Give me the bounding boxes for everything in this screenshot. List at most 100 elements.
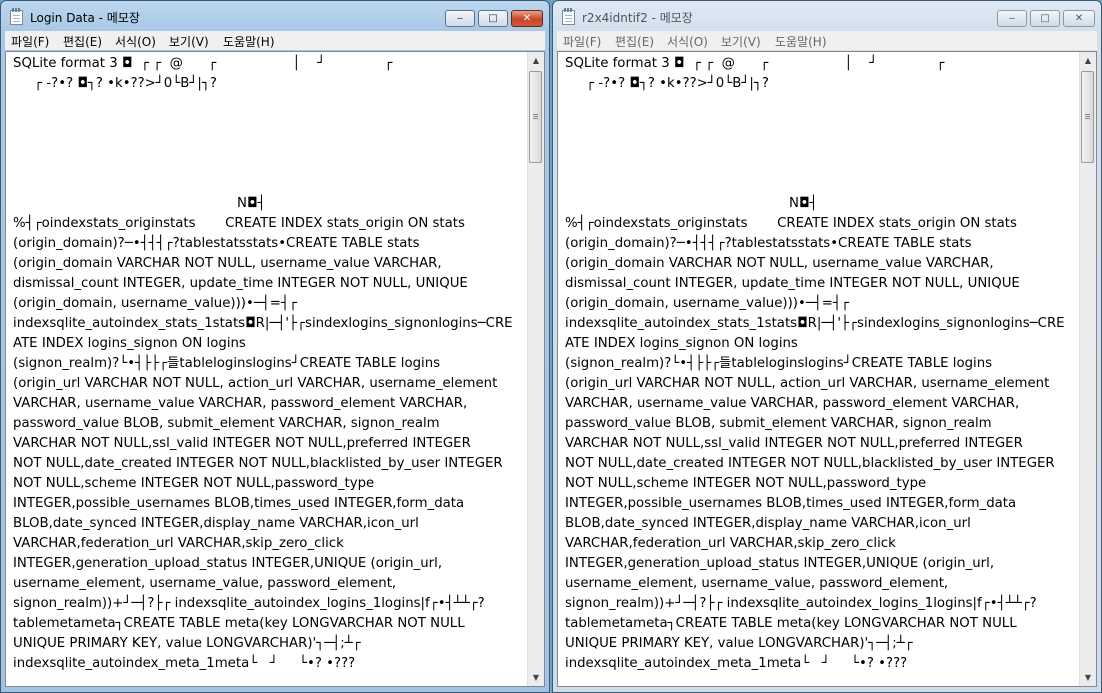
text-line: (origin_url VARCHAR NOT NULL, action_url…: [565, 376, 1050, 391]
close-button[interactable]: ✕: [511, 10, 543, 27]
menu-edit[interactable]: 편집(E): [615, 33, 654, 50]
title-bar[interactable]: r2x4idntif2 - 메모장 ‒ □ ✕: [553, 1, 1101, 31]
text-lines: SQLite format 3 ◘ ┌ ┌ @ ┌ │ ┘ ┌ ┌ -?•? ◘…: [565, 54, 1077, 674]
text-line: (origin_domain)?─•┤┤┤┌?tablestatsstats•C…: [13, 236, 420, 251]
text-line: (origin_domain VARCHAR NOT NULL, usernam…: [565, 256, 994, 271]
thumb-grip: [533, 114, 538, 120]
menu-help[interactable]: 도움말(H): [775, 33, 827, 50]
text-line: SQLite format 3 ◘ ┌ ┌ @ ┌ │ ┘ ┌: [13, 56, 393, 71]
vertical-scrollbar[interactable]: ▲ ▼: [1079, 52, 1096, 686]
title-bar[interactable]: Login Data - 메모장 ‒ □ ✕: [1, 1, 549, 31]
menu-format[interactable]: 서식(O): [667, 33, 708, 50]
text-line: dismissal_count INTEGER, update_time INT…: [13, 276, 468, 291]
window-title: Login Data - 메모장: [30, 11, 140, 25]
text-line: [13, 114, 525, 134]
window-title: r2x4idntif2 - 메모장: [582, 11, 693, 25]
text-line: UNIQUE PRIMARY KEY, value LONGVARCHAR)'┐…: [13, 636, 361, 651]
text-line: (origin_url VARCHAR NOT NULL, action_url…: [13, 376, 498, 391]
text-line: username_element, username_value, passwo…: [565, 576, 949, 591]
text-line: N◘┤: [565, 196, 818, 211]
text-line: %┤┌oindexstats_originstats CREATE INDEX …: [565, 216, 1017, 231]
text-line: username_element, username_value, passwo…: [13, 576, 397, 591]
text-line: BLOB,date_synced INTEGER,display_name VA…: [13, 516, 419, 531]
text-line: UNIQUE PRIMARY KEY, value LONGVARCHAR)'┐…: [565, 636, 913, 651]
notepad-icon[interactable]: [10, 8, 23, 25]
text-line: (signon_realm)?└•┤├├┌들tableloginslogins┘…: [13, 356, 441, 371]
menu-bar: 파일(F) 편집(E) 서식(O) 보기(V) 도움말(H): [5, 31, 545, 50]
text-line: NOT NULL,date_created INTEGER NOT NULL,b…: [565, 456, 1055, 471]
text-line: NOT NULL,scheme INTEGER NOT NULL,passwor…: [565, 476, 927, 491]
text-line: [565, 134, 1077, 154]
scroll-thumb[interactable]: [529, 71, 542, 163]
text-line: (origin_domain)?─•┤┤┤┌?tablestatsstats•C…: [565, 236, 972, 251]
text-line: [13, 134, 525, 154]
text-line: [565, 94, 1077, 114]
text-line: (origin_domain, username_value)))•─┤=┤┌: [565, 296, 849, 311]
text-line: INTEGER,possible_usernames BLOB,times_us…: [13, 496, 465, 511]
text-line: INTEGER,possible_usernames BLOB,times_us…: [565, 496, 1017, 511]
minimize-button[interactable]: ‒: [997, 10, 1027, 27]
text-line: (signon_realm)?└•┤├├┌들tableloginslogins┘…: [565, 356, 993, 371]
menu-file[interactable]: 파일(F): [11, 33, 49, 50]
text-line: [565, 174, 1077, 194]
text-line: ATE INDEX logins_signon ON logins: [565, 336, 798, 351]
text-lines: SQLite format 3 ◘ ┌ ┌ @ ┌ │ ┘ ┌ ┌ -?•? ◘…: [13, 54, 525, 674]
text-line: [13, 154, 525, 174]
text-line: INTEGER,generation_upload_status INTEGER…: [565, 556, 995, 571]
text-line: indexsqlite_autoindex_stats_1stats◘R|─┤'…: [565, 316, 1065, 331]
text-line: signon_realm))+┘─┤?├┌ indexsqlite_autoin…: [565, 596, 1037, 611]
notepad-icon[interactable]: [562, 8, 575, 25]
notepad-window-login-data[interactable]: Login Data - 메모장 ‒ □ ✕ 파일(F) 편집(E) 서식(O)…: [0, 0, 550, 693]
scroll-thumb[interactable]: [1081, 71, 1094, 163]
minimize-button[interactable]: ‒: [445, 10, 475, 27]
menu-view[interactable]: 보기(V): [169, 33, 209, 50]
menu-help[interactable]: 도움말(H): [223, 33, 275, 50]
text-line: indexsqlite_autoindex_stats_1stats◘R|─┤'…: [13, 316, 513, 331]
text-line: %┤┌oindexstats_originstats CREATE INDEX …: [13, 216, 465, 231]
text-line: VARCHAR, username_value VARCHAR, passwor…: [565, 396, 1020, 411]
text-line: VARCHAR NOT NULL,ssl_valid INTEGER NOT N…: [565, 436, 1023, 451]
text-line: indexsqlite_autoindex_meta_1meta└ ┘ └•? …: [565, 656, 908, 671]
text-line: VARCHAR,federation_url VARCHAR,skip_zero…: [565, 536, 896, 551]
maximize-button[interactable]: □: [1030, 10, 1060, 27]
text-line: VARCHAR NOT NULL,ssl_valid INTEGER NOT N…: [13, 436, 471, 451]
close-button[interactable]: ✕: [1063, 10, 1095, 27]
text-line: VARCHAR,federation_url VARCHAR,skip_zero…: [13, 536, 344, 551]
text-area[interactable]: SQLite format 3 ◘ ┌ ┌ @ ┌ │ ┘ ┌ ┌ -?•? ◘…: [558, 52, 1077, 686]
text-line: password_value BLOB, submit_element VARC…: [565, 416, 992, 431]
maximize-button[interactable]: □: [478, 10, 508, 27]
text-line: tablemetameta┐CREATE TABLE meta(key LONG…: [565, 616, 1017, 631]
text-line: tablemetameta┐CREATE TABLE meta(key LONG…: [13, 616, 465, 631]
text-editor[interactable]: SQLite format 3 ◘ ┌ ┌ @ ┌ │ ┘ ┌ ┌ -?•? ◘…: [5, 51, 545, 687]
text-editor[interactable]: SQLite format 3 ◘ ┌ ┌ @ ┌ │ ┘ ┌ ┌ -?•? ◘…: [557, 51, 1097, 687]
text-area[interactable]: SQLite format 3 ◘ ┌ ┌ @ ┌ │ ┘ ┌ ┌ -?•? ◘…: [6, 52, 525, 686]
scroll-down-button[interactable]: ▼: [1080, 669, 1096, 686]
text-line: ┌ -?•? ◘┐? •k•??>┘0└B┘|┐?: [565, 76, 769, 91]
text-line: NOT NULL,date_created INTEGER NOT NULL,b…: [13, 456, 503, 471]
text-line: [565, 114, 1077, 134]
text-line: (origin_domain VARCHAR NOT NULL, usernam…: [13, 256, 442, 271]
text-line: BLOB,date_synced INTEGER,display_name VA…: [565, 516, 971, 531]
text-line: dismissal_count INTEGER, update_time INT…: [565, 276, 1020, 291]
text-line: password_value BLOB, submit_element VARC…: [13, 416, 440, 431]
thumb-grip: [1085, 114, 1090, 120]
scroll-up-button[interactable]: ▲: [528, 52, 544, 69]
text-line: INTEGER,generation_upload_status INTEGER…: [13, 556, 443, 571]
scroll-down-button[interactable]: ▼: [528, 669, 544, 686]
menu-view[interactable]: 보기(V): [721, 33, 761, 50]
text-line: [13, 94, 525, 114]
text-line: SQLite format 3 ◘ ┌ ┌ @ ┌ │ ┘ ┌: [565, 56, 945, 71]
text-line: VARCHAR, username_value VARCHAR, passwor…: [13, 396, 468, 411]
menu-bar: 파일(F) 편집(E) 서식(O) 보기(V) 도움말(H): [557, 31, 1097, 50]
menu-edit[interactable]: 편집(E): [63, 33, 102, 50]
notepad-window-r2x4idntif2[interactable]: r2x4idntif2 - 메모장 ‒ □ ✕ 파일(F) 편집(E) 서식(O…: [552, 0, 1102, 693]
menu-format[interactable]: 서식(O): [115, 33, 156, 50]
menu-file[interactable]: 파일(F): [563, 33, 601, 50]
text-line: [13, 174, 525, 194]
scroll-up-button[interactable]: ▲: [1080, 52, 1096, 69]
text-line: (origin_domain, username_value)))•─┤=┤┌: [13, 296, 297, 311]
vertical-scrollbar[interactable]: ▲ ▼: [527, 52, 544, 686]
text-line: indexsqlite_autoindex_meta_1meta└ ┘ └•? …: [13, 656, 356, 671]
text-line: ATE INDEX logins_signon ON logins: [13, 336, 246, 351]
desktop: Login Data - 메모장 ‒ □ ✕ 파일(F) 편집(E) 서식(O)…: [0, 0, 1102, 693]
